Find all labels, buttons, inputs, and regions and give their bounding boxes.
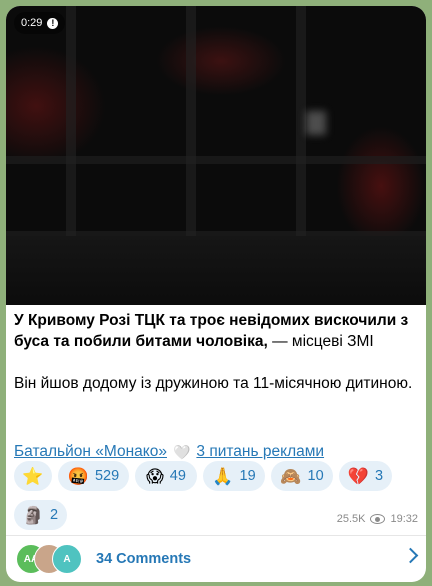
message-time: 19:32	[390, 513, 418, 525]
post-text: У Кривому Розі ТЦК та троє невідомих вис…	[14, 310, 418, 394]
heart-icon: 🤍	[172, 443, 191, 460]
star-icon: ⭐	[22, 466, 44, 486]
chevron-right-icon	[402, 547, 419, 564]
reaction-count: 529	[94, 468, 120, 484]
view-count: 25.5K	[336, 513, 366, 525]
reaction-broken-heart[interactable]: 💔 3	[339, 461, 392, 491]
message-meta: 25.5K 19:32	[337, 513, 418, 525]
reaction-monkey[interactable]: 🙈 10	[271, 461, 333, 491]
comments-button[interactable]: AA A 34 Comments	[6, 536, 426, 582]
eye-icon	[370, 514, 386, 524]
video-duration-badge: 0:29 !	[14, 12, 66, 34]
video-duration: 0:29	[21, 17, 43, 29]
reaction-count: 3	[375, 468, 384, 484]
reaction-count: 19	[239, 468, 256, 484]
video-frame	[6, 46, 106, 166]
video-player[interactable]: 0:29 !	[6, 6, 426, 305]
reaction-count: 10	[307, 468, 324, 484]
reaction-pray[interactable]: 🙏 19	[203, 461, 265, 491]
message-bubble: 0:29 ! У Кривому Розі ТЦК та троє невідо…	[6, 6, 426, 582]
see-no-evil-monkey-icon: 🙈	[280, 466, 302, 486]
channel-link[interactable]: Батальйон «Монако»	[14, 443, 167, 461]
broken-heart-icon: 💔	[347, 466, 370, 486]
post-body: Він йшов додому із дружиною та 11-місячн…	[14, 375, 413, 392]
channel-links: Батальйон «Монако» 🤍 3 питань реклами	[14, 443, 324, 461]
comments-label: 34 Comments	[96, 551, 192, 567]
reaction-angry[interactable]: 🤬 529	[58, 461, 129, 491]
moai-icon: 🗿	[22, 505, 45, 525]
commenter-avatars: AA A	[16, 544, 92, 574]
reaction-count: 2	[50, 507, 59, 523]
avatar: A	[52, 544, 82, 574]
reaction-moai[interactable]: 🗿 2	[14, 500, 67, 530]
reaction-count: 49	[169, 468, 186, 484]
ads-link[interactable]: 3 питань реклами	[196, 443, 324, 461]
angry-face-icon: 🤬	[67, 466, 89, 486]
reaction-scream[interactable]: 😱 49	[135, 461, 197, 491]
scream-face-icon: 😱	[146, 466, 164, 486]
reaction-star[interactable]: ⭐	[14, 461, 52, 491]
post-title-rest: — місцеві ЗМІ	[267, 333, 374, 350]
praying-hands-icon: 🙏	[212, 466, 234, 486]
mute-icon[interactable]: !	[47, 17, 59, 29]
